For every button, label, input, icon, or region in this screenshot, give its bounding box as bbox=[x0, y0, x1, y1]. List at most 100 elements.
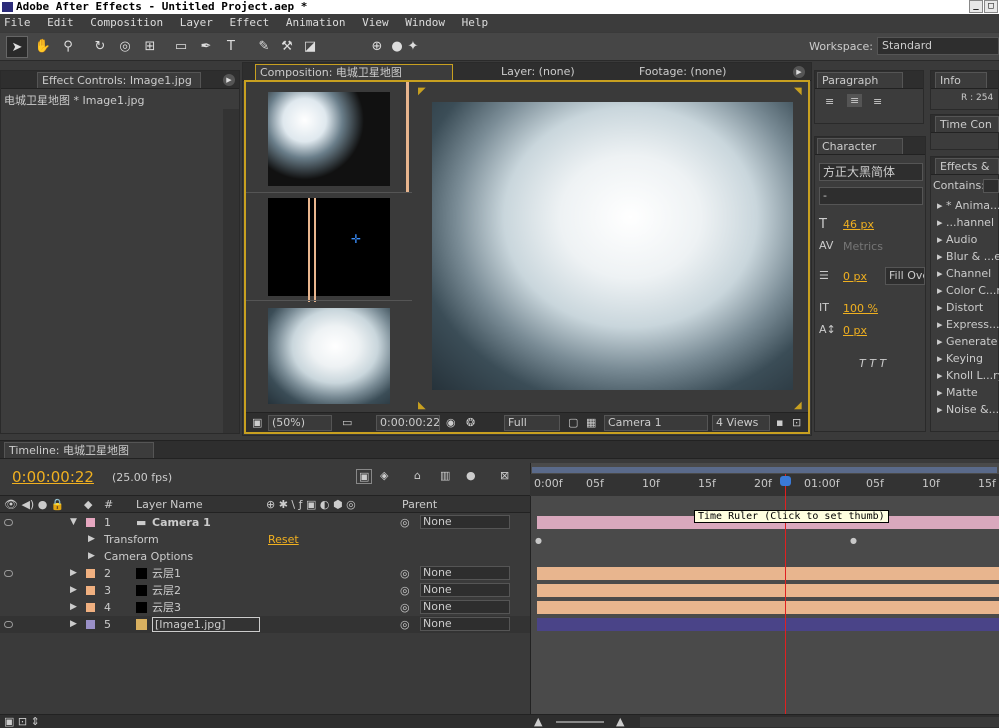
visibility-eye-icon[interactable] bbox=[4, 570, 13, 577]
zoom-out-icon[interactable]: ▲ bbox=[534, 715, 542, 728]
effect-controls-scrollbar[interactable] bbox=[223, 109, 239, 433]
pick-whip-icon[interactable]: ◎ bbox=[400, 599, 410, 616]
expand-triangle-icon[interactable]: ▶ bbox=[70, 616, 77, 633]
visibility-eye-icon[interactable] bbox=[4, 621, 13, 628]
layer-bar[interactable] bbox=[537, 567, 999, 580]
toggle-pixel-icon[interactable]: ▪ bbox=[776, 416, 783, 429]
region-of-interest-icon[interactable]: ▢ bbox=[568, 416, 578, 429]
zoom-tool-icon[interactable]: ⚲ bbox=[57, 36, 79, 58]
snapshot-icon[interactable]: ◉ bbox=[446, 416, 456, 429]
active-camera-view[interactable] bbox=[432, 102, 793, 390]
keyframe-icon[interactable]: ● bbox=[850, 536, 857, 545]
parent-select[interactable]: None bbox=[420, 515, 510, 529]
zoom-in-icon[interactable]: ▲ bbox=[616, 715, 624, 728]
selection-tool-icon[interactable]: ➤ bbox=[6, 36, 28, 58]
workspace-select[interactable]: Standard bbox=[877, 37, 999, 55]
vertical-scale-value[interactable]: 100 % bbox=[843, 302, 878, 315]
tab-timeline[interactable]: Timeline: 电城卫星地图 bbox=[4, 442, 154, 458]
layer-bar[interactable] bbox=[537, 584, 999, 597]
parent-select[interactable]: None bbox=[420, 617, 510, 631]
view-top-thumbnail[interactable] bbox=[268, 92, 390, 186]
list-item[interactable]: ▸ ...hannel bbox=[933, 214, 999, 231]
tab-info[interactable]: Info bbox=[935, 72, 987, 88]
brush-tool-icon[interactable]: ✎ bbox=[253, 36, 275, 58]
contains-search-input[interactable] bbox=[983, 179, 999, 193]
align-left-icon[interactable]: ≡ bbox=[825, 95, 834, 108]
expand-triangle-icon[interactable]: ▶ bbox=[70, 565, 77, 582]
menu-animation[interactable]: Animation bbox=[286, 16, 346, 29]
playhead-icon[interactable] bbox=[780, 476, 791, 486]
tab-paragraph[interactable]: Paragraph bbox=[817, 72, 903, 88]
rotate-tool-icon[interactable]: ↻ bbox=[89, 36, 111, 58]
hide-shy-layers-icon[interactable]: ⌂ bbox=[414, 469, 421, 482]
pick-whip-icon[interactable]: ◎ bbox=[400, 582, 410, 599]
table-row[interactable]: ▶ 5 [Image1.jpg] ◎ None bbox=[0, 616, 530, 633]
baseline-shift-value[interactable]: 0 px bbox=[843, 324, 867, 337]
menu-composition[interactable]: Composition bbox=[90, 16, 163, 29]
graph-editor-icon[interactable]: ⊠ bbox=[500, 469, 509, 482]
parent-select[interactable]: None bbox=[420, 583, 510, 597]
list-item[interactable]: ▸ Blur & ...en bbox=[933, 248, 999, 265]
pick-whip-icon[interactable]: ◎ bbox=[400, 565, 410, 582]
zoom-slider[interactable] bbox=[556, 721, 604, 723]
list-item[interactable]: ▸ Noise &...n bbox=[933, 401, 999, 418]
stroke-width-value[interactable]: 0 px bbox=[843, 270, 867, 283]
layer-name[interactable]: 云层1 bbox=[152, 565, 181, 582]
font-style-select[interactable]: - bbox=[819, 187, 923, 205]
list-item[interactable]: ▸ Color C...n bbox=[933, 282, 999, 299]
layer-name[interactable]: Camera 1 bbox=[152, 514, 211, 531]
expand-triangle-icon[interactable]: ▶ bbox=[70, 599, 77, 616]
label-swatch[interactable] bbox=[86, 586, 95, 595]
eraser-tool-icon[interactable]: ◪ bbox=[299, 36, 321, 58]
align-right-icon[interactable]: ≡ bbox=[873, 95, 882, 108]
parent-select[interactable]: None bbox=[420, 566, 510, 580]
clone-stamp-tool-icon[interactable]: ⚒ bbox=[276, 36, 298, 58]
font-family-select[interactable]: 方正大黑简体 bbox=[819, 163, 923, 181]
view-front-thumbnail[interactable] bbox=[268, 198, 390, 296]
label-swatch[interactable] bbox=[86, 620, 95, 629]
show-channel-icon[interactable]: ❂ bbox=[466, 416, 475, 429]
current-time-display[interactable]: 0:00:00:22 bbox=[376, 415, 440, 431]
visibility-eye-icon[interactable] bbox=[4, 519, 13, 526]
toggle-switches-icon[interactable]: ▣ ⊡ ⇕ bbox=[4, 715, 40, 728]
expand-triangle-icon[interactable]: ▼ bbox=[70, 514, 77, 531]
table-row[interactable]: ▶ Transform Reset bbox=[0, 531, 530, 548]
timeline-scrollbar[interactable] bbox=[640, 717, 999, 727]
camera-select[interactable]: Camera 1 bbox=[604, 415, 708, 431]
list-item[interactable]: ▸ Audio bbox=[933, 231, 999, 248]
minimize-button[interactable]: _ bbox=[969, 0, 983, 13]
pan-behind-tool-icon[interactable]: ⊕ bbox=[366, 36, 388, 58]
text-tool-icon[interactable]: T bbox=[220, 36, 242, 58]
table-row[interactable]: ▶ 2 云层1 ◎ None bbox=[0, 565, 530, 582]
expand-triangle-icon[interactable]: ▶ bbox=[88, 531, 95, 548]
table-row[interactable]: ▶ 4 云层3 ◎ None bbox=[0, 599, 530, 616]
stroke-fill-select[interactable]: Fill Ove bbox=[885, 267, 925, 285]
layer-name[interactable]: 云层3 bbox=[152, 599, 181, 616]
menu-help[interactable]: Help bbox=[462, 16, 489, 29]
safe-zones-icon[interactable]: ▭ bbox=[342, 416, 352, 429]
list-item[interactable]: ▸ Generate bbox=[933, 333, 999, 350]
list-item[interactable]: ▸ Knoll L...ry bbox=[933, 367, 999, 384]
label-swatch[interactable] bbox=[86, 603, 95, 612]
tab-composition[interactable]: Composition: 电城卫星地图 bbox=[255, 64, 453, 80]
camera-options-group[interactable]: Camera Options bbox=[104, 548, 193, 565]
menu-effect[interactable]: Effect bbox=[229, 16, 269, 29]
tab-footage[interactable]: Footage: (none) bbox=[635, 64, 745, 80]
parent-select[interactable]: None bbox=[420, 600, 510, 614]
layer-name[interactable]: 云层2 bbox=[152, 582, 181, 599]
label-swatch[interactable] bbox=[86, 518, 95, 527]
motion-blur-icon[interactable]: ● bbox=[466, 469, 476, 482]
faux-italic-icon[interactable]: T T T bbox=[859, 357, 886, 370]
layer-bar[interactable] bbox=[537, 601, 999, 614]
transform-group[interactable]: Transform bbox=[104, 531, 159, 548]
align-center-icon[interactable]: ≡ bbox=[847, 94, 863, 107]
resolution-select[interactable]: Full bbox=[504, 415, 560, 431]
view-layout-select[interactable]: 4 Views bbox=[712, 415, 770, 431]
puppet-overlap-tool-icon[interactable]: ✦ bbox=[402, 36, 424, 58]
orbit-camera-tool-icon[interactable]: ◎ bbox=[114, 36, 136, 58]
label-swatch[interactable] bbox=[86, 569, 95, 578]
font-size-value[interactable]: 46 px bbox=[843, 218, 874, 231]
col-layer-name[interactable]: Layer Name bbox=[136, 498, 203, 511]
table-row[interactable]: ▼ 1 ▬ Camera 1 ◎ None bbox=[0, 514, 530, 531]
menu-view[interactable]: View bbox=[362, 16, 389, 29]
